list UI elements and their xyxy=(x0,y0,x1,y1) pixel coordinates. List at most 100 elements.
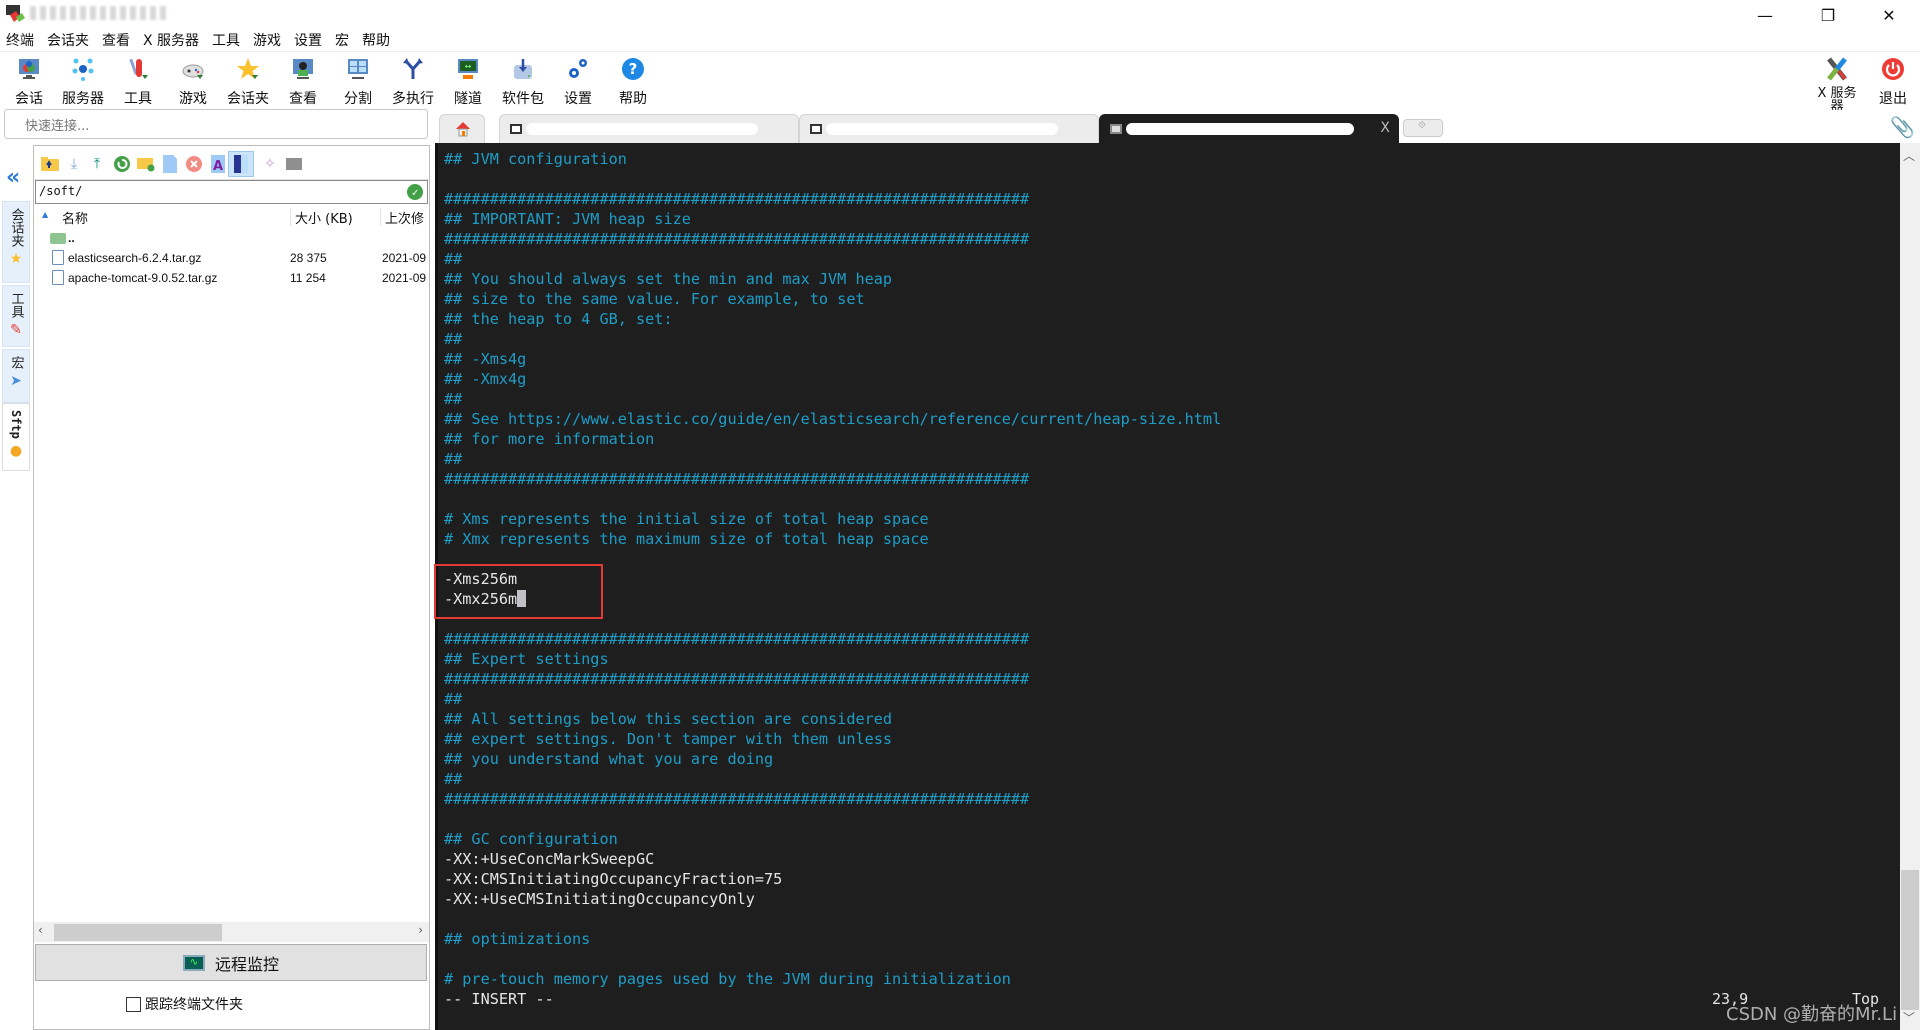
maximize-button[interactable]: ❐ xyxy=(1805,0,1851,30)
packages-icon xyxy=(514,59,532,79)
toolbar-tools-button[interactable]: 工具 xyxy=(111,55,165,107)
magic-wand-icon[interactable]: ✧ xyxy=(260,154,280,174)
toolbar-tunnel-button[interactable]: ↔ 隧道 xyxy=(441,55,495,107)
terminal-icon xyxy=(810,124,822,134)
scroll-right-icon[interactable]: › xyxy=(418,923,423,937)
session-tab[interactable] xyxy=(499,114,799,143)
toolbar-exit-button[interactable]: 退出 xyxy=(1866,55,1920,107)
exit-icon xyxy=(1882,58,1904,80)
menu-sessions[interactable]: 会话夹 xyxy=(47,30,89,51)
toolbar-packages-button[interactable]: 软件包 xyxy=(496,55,550,107)
menu-settings[interactable]: 设置 xyxy=(294,30,322,51)
delete-icon[interactable] xyxy=(184,154,204,174)
menu-view[interactable]: 查看 xyxy=(102,30,130,51)
menu-games[interactable]: 游戏 xyxy=(253,30,281,51)
side-tab-macros[interactable]: 宏 ➤ xyxy=(2,349,30,403)
side-tab-sessions[interactable]: 会话夹 ★ xyxy=(2,201,30,283)
home-tab[interactable] xyxy=(439,114,485,143)
terminal-line: ## IMPORTANT: JVM heap size xyxy=(444,209,1221,229)
column-modified[interactable]: 上次修 xyxy=(380,208,424,227)
collapse-sidebar-icon[interactable]: « xyxy=(6,165,20,190)
checkbox[interactable] xyxy=(126,996,141,1012)
new-tab-button[interactable]: ⟐ xyxy=(1403,119,1443,137)
terminal-line-text: ## xyxy=(444,690,463,708)
terminal-line: ## xyxy=(444,689,1221,709)
side-tab-strip: « 会话夹 ★ 工具 ✎ 宏 ➤ Sftp ● xyxy=(0,145,32,1030)
file-row[interactable]: elasticsearch-6.2.4.tar.gz 28 375 2021-0… xyxy=(34,248,429,268)
upload-icon[interactable]: ⤒ xyxy=(87,154,107,174)
terminal-line-text: ## the heap to 4 GB, set: xyxy=(444,310,673,328)
download-icon[interactable]: ⤓ xyxy=(64,154,84,174)
scrollbar-thumb[interactable] xyxy=(54,924,222,941)
toolbar-multiexec-button[interactable]: 多执行 xyxy=(386,55,440,107)
toolbar-games-button[interactable]: 游戏 xyxy=(166,55,220,107)
toolbar-sessions-button[interactable]: 会话夹 xyxy=(221,55,275,107)
terminal-line: ## size to the same value. For example, … xyxy=(444,289,1221,309)
path-confirm-icon[interactable]: ✓ xyxy=(407,184,423,200)
side-tab-label: 会话夹 xyxy=(8,208,24,247)
file-row[interactable]: apache-tomcat-9.0.52.tar.gz 11 254 2021-… xyxy=(34,268,429,288)
session-tab-active[interactable]: X xyxy=(1099,114,1399,143)
horizontal-scrollbar[interactable]: ‹ › xyxy=(34,922,429,942)
terminal-line-text: ########################################… xyxy=(444,630,1030,648)
toolbar-label: 会话夹 xyxy=(227,91,269,107)
toolbar-servers-button[interactable]: 服务器 xyxy=(56,55,110,107)
file-name: .. xyxy=(68,231,75,245)
terminal-line-text: ## xyxy=(444,770,463,788)
scroll-left-icon[interactable]: ‹ xyxy=(38,923,43,937)
terminal-line: ########################################… xyxy=(444,789,1221,809)
menu-macros[interactable]: 宏 xyxy=(335,30,349,51)
main-toolbar: 会话 服务器 工具 游戏 会话夹 查看 分割 多执行 ↔ 隧道 软件包 设置 ? xyxy=(0,53,1920,113)
close-tab-button[interactable]: X xyxy=(1380,120,1390,136)
menu-terminal[interactable]: 终端 xyxy=(6,30,34,51)
remote-monitor-button[interactable]: ∿ 远程监控 xyxy=(35,944,427,981)
toolbar-xserver-button[interactable]: X 服务器 xyxy=(1810,55,1864,113)
new-folder-icon[interactable] xyxy=(136,154,156,174)
column-size[interactable]: 大小 (KB) xyxy=(290,208,353,227)
menu-tools[interactable]: 工具 xyxy=(212,30,240,51)
new-file-icon[interactable] xyxy=(160,154,180,174)
menu-xserver[interactable]: X 服务器 xyxy=(143,30,199,51)
terminal-line: ## expert settings. Don't tamper with th… xyxy=(444,729,1221,749)
terminal-icon[interactable] xyxy=(284,154,304,174)
terminal-view[interactable]: ## JVM configuration ####################… xyxy=(435,143,1900,1030)
minimize-button[interactable]: — xyxy=(1742,0,1788,30)
toolbar-settings-button[interactable]: 设置 xyxy=(551,55,605,107)
terminal-line: ## -Xmx4g xyxy=(444,369,1221,389)
column-name[interactable]: 名称 xyxy=(62,208,88,227)
terminal-line-text: -- INSERT -- xyxy=(444,990,554,1008)
toolbar-help-button[interactable]: ? 帮助 xyxy=(606,55,660,107)
follow-terminal-folder-checkbox[interactable]: 跟踪终端文件夹 xyxy=(126,994,243,1014)
terminal-line: ## xyxy=(444,249,1221,269)
toolbar-view-button[interactable]: 查看 xyxy=(276,55,330,107)
toolbar-session-button[interactable]: 会话 xyxy=(2,55,56,107)
side-tab-sftp[interactable]: Sftp ● xyxy=(2,403,30,471)
file-name: elasticsearch-6.2.4.tar.gz xyxy=(68,251,202,265)
session-tab[interactable] xyxy=(799,114,1099,143)
quick-connect-input[interactable]: 快速连接... xyxy=(4,109,428,139)
toolbar-label: 查看 xyxy=(289,91,317,107)
terminal-line-text: ## xyxy=(444,450,463,468)
menu-bar: 终端 会话夹 查看 X 服务器 工具 游戏 设置 宏 帮助 xyxy=(0,30,1920,52)
file-size: 11 254 xyxy=(290,271,326,285)
rename-icon[interactable]: A xyxy=(208,154,228,174)
attachment-clip-icon[interactable]: 📎 xyxy=(1890,115,1915,139)
close-window-button[interactable]: ✕ xyxy=(1866,0,1912,30)
sftp-globe-icon: ● xyxy=(9,442,23,459)
file-row-parent[interactable]: .. xyxy=(34,228,429,248)
sftp-path-input[interactable]: /soft/ ✓ xyxy=(35,180,428,204)
scroll-down-icon[interactable]: ﹀ xyxy=(1903,1009,1915,1026)
terminal-line-text: ## you understand what you are doing xyxy=(444,750,774,768)
scroll-up-icon[interactable]: ︿ xyxy=(1903,147,1915,164)
parent-folder-icon[interactable] xyxy=(40,154,60,174)
side-tab-tools[interactable]: 工具 ✎ xyxy=(2,285,30,347)
toolbar-split-button[interactable]: 分割 xyxy=(331,55,385,107)
scrollbar-thumb[interactable] xyxy=(1901,870,1919,1010)
help-icon: ? xyxy=(622,58,644,80)
refresh-icon[interactable] xyxy=(112,154,132,174)
permissions-icon[interactable] xyxy=(228,151,254,177)
menu-help[interactable]: 帮助 xyxy=(362,30,390,51)
terminal-vertical-scrollbar[interactable]: ︿ ﹀ xyxy=(1900,143,1920,1030)
new-tab-icon: ⟐ xyxy=(1418,120,1426,131)
